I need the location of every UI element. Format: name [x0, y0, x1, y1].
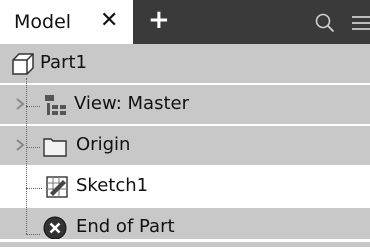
tree-item-part1[interactable]: Part1	[0, 44, 370, 83]
add-tab-icon[interactable]: +	[148, 7, 170, 33]
tree-connector-line	[26, 147, 40, 148]
tree-item-label: Sketch1	[76, 175, 149, 196]
part-icon	[12, 53, 34, 75]
tab-model[interactable]: Model ✕	[0, 0, 133, 44]
model-browser-panel: Model ✕ + Part1 View: Master Origin Sket…	[0, 0, 370, 247]
tree-connector-line	[26, 188, 42, 189]
end-of-part-icon	[43, 216, 67, 240]
folder-icon	[43, 138, 67, 157]
search-icon[interactable]	[314, 12, 336, 34]
tree-item-sketch1[interactable]: Sketch1	[0, 167, 370, 206]
expand-chevron-icon[interactable]	[14, 138, 26, 152]
tree-item-label: End of Part	[76, 216, 175, 237]
expand-chevron-icon[interactable]	[14, 97, 26, 111]
tree-connector-line	[26, 78, 27, 234]
view-rep-icon	[45, 95, 66, 115]
tree-connector-line	[26, 106, 40, 107]
tree-connector-line	[26, 234, 40, 235]
tree-item-view-master[interactable]: View: Master	[0, 85, 370, 124]
menu-icon[interactable]	[350, 12, 370, 34]
browser-tab-bar: Model ✕ +	[0, 0, 370, 44]
close-icon[interactable]: ✕	[100, 10, 118, 32]
tree-item-origin[interactable]: Origin	[0, 126, 370, 165]
sketch-icon	[46, 176, 68, 198]
tree-item-label: View: Master	[74, 93, 189, 114]
tree-item-label: Origin	[76, 134, 131, 155]
tree-item-label: Part1	[40, 52, 87, 73]
tab-model-label: Model	[14, 11, 72, 33]
